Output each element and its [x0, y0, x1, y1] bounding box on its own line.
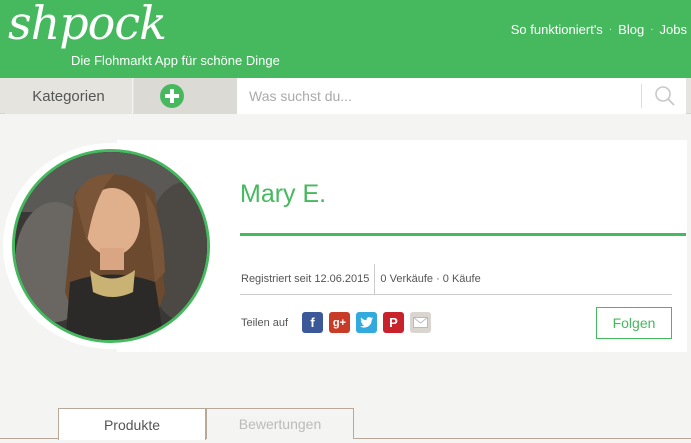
- sales-purchases: 0 Verkäufe · 0 Käufe: [380, 273, 481, 285]
- stats-divider-line: [240, 294, 672, 295]
- tab-products[interactable]: Produkte: [58, 408, 206, 440]
- categories-button[interactable]: Kategorien: [5, 78, 133, 114]
- facebook-icon[interactable]: f: [302, 312, 323, 333]
- profile-stats: Registriert seit 12.06.2015 0 Verkäufe ·…: [241, 264, 481, 294]
- plus-circle-icon[interactable]: [160, 84, 184, 108]
- tagline: Die Flohmarkt App für schöne Dinge: [71, 53, 280, 68]
- share-icons: f g+ P: [302, 312, 431, 333]
- avatar-photo: [15, 152, 207, 340]
- search-box: [237, 78, 686, 114]
- pinterest-icon[interactable]: P: [383, 312, 404, 333]
- twitter-icon[interactable]: [356, 312, 377, 333]
- avatar: [12, 149, 210, 343]
- mail-icon[interactable]: [410, 312, 431, 333]
- add-listing-area: [134, 78, 237, 114]
- follow-button[interactable]: Folgen: [596, 307, 672, 339]
- share-label: Teilen auf: [241, 317, 289, 329]
- top-nav: So funktioniert's · Blog · Jobs: [511, 22, 687, 37]
- magnifier-icon[interactable]: [654, 85, 676, 107]
- nav-link-how-it-works[interactable]: So funktioniert's: [511, 22, 603, 37]
- search-input[interactable]: [237, 78, 640, 114]
- search-divider: [641, 84, 642, 108]
- google-plus-icon[interactable]: g+: [329, 312, 350, 333]
- stats-divider: [374, 264, 376, 294]
- search-row: Kategorien: [0, 78, 691, 114]
- profile-name: Mary E.: [240, 180, 327, 208]
- site-header: shpock Die Flohmarkt App für schöne Ding…: [0, 0, 691, 78]
- tab-reviews[interactable]: Bewertungen: [206, 408, 354, 439]
- nav-separator: ·: [608, 24, 613, 35]
- registered-date: Registriert seit 12.06.2015: [241, 273, 370, 285]
- nav-link-blog[interactable]: Blog: [618, 22, 644, 37]
- shpock-logo[interactable]: shpock: [8, 0, 167, 50]
- nav-link-jobs[interactable]: Jobs: [660, 22, 687, 37]
- name-underline: [240, 233, 686, 236]
- nav-separator: ·: [650, 24, 654, 35]
